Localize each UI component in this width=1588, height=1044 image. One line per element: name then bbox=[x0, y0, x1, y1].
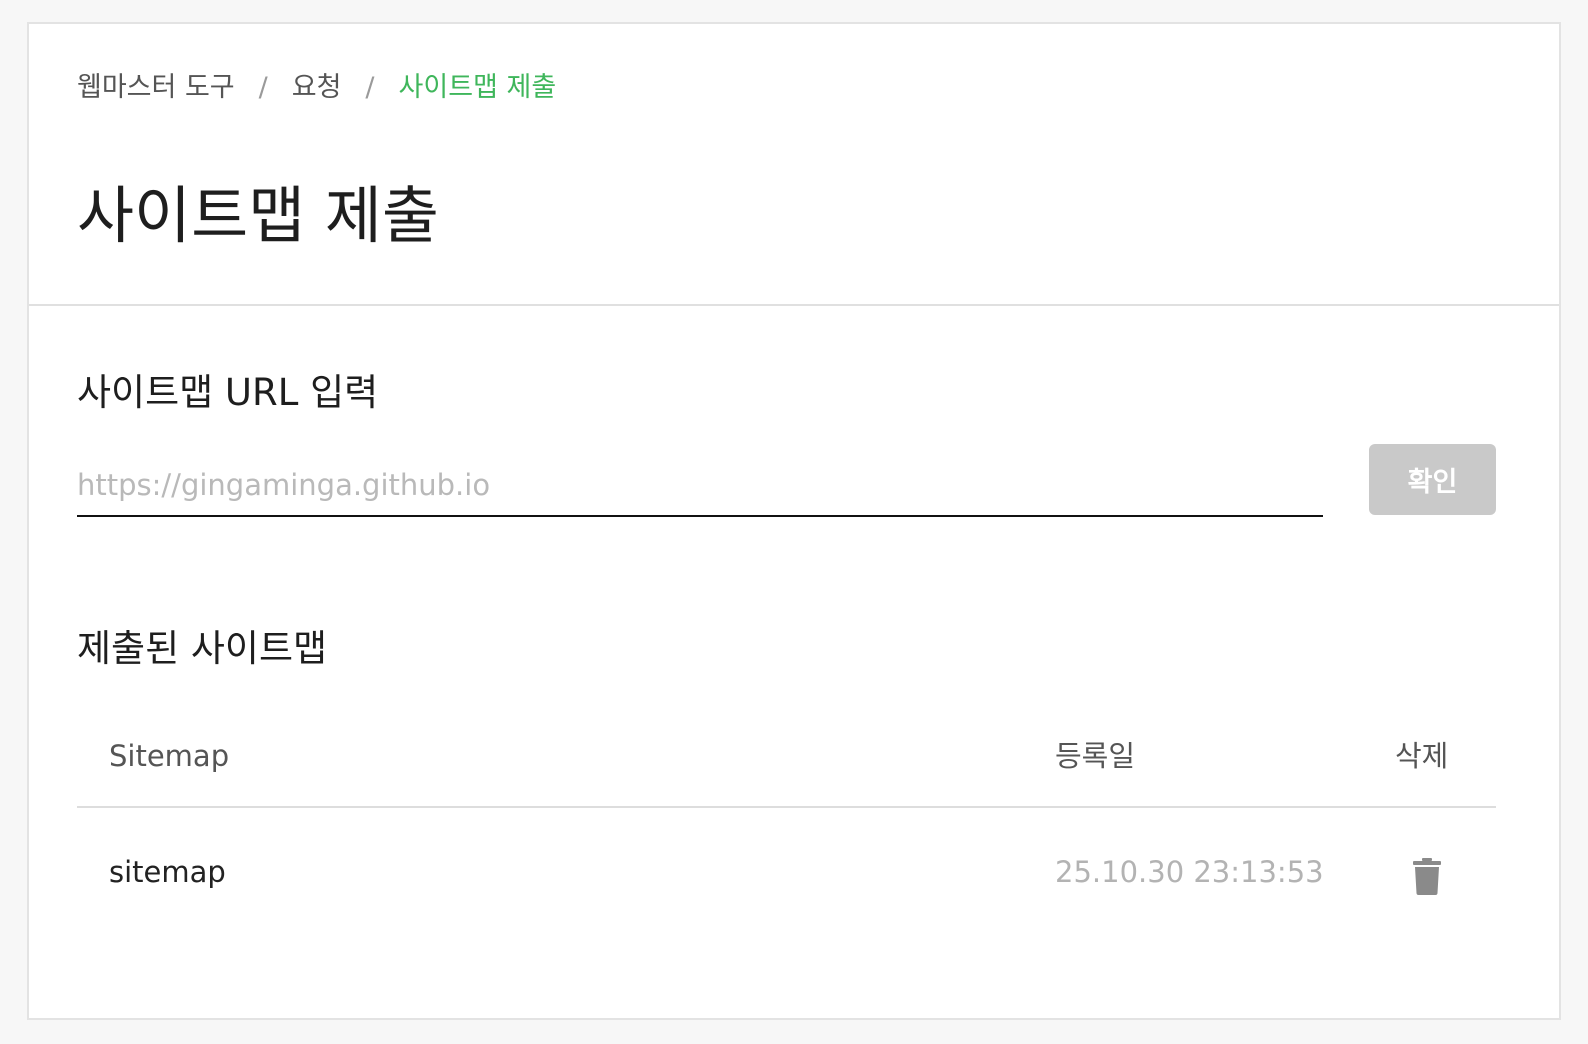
table-header: Sitemap 등록일 삭제 bbox=[77, 714, 1496, 808]
page-title: 사이트맵 제출 bbox=[77, 179, 439, 252]
sitemap-name: sitemap bbox=[109, 855, 226, 889]
submitted-sitemaps-title: 제출된 사이트맵 bbox=[77, 627, 328, 670]
column-header-delete: 삭제 bbox=[1395, 739, 1449, 773]
url-section-title: 사이트맵 URL 입력 bbox=[77, 371, 379, 414]
page-header: 웹마스터 도구 / 요청 / 사이트맵 제출 사이트맵 제출 bbox=[29, 24, 1559, 306]
sitemap-date: 25.10.30 23:13:53 bbox=[1055, 855, 1324, 889]
column-header-date: 등록일 bbox=[1055, 739, 1136, 773]
table-row: sitemap 25.10.30 23:13:53 bbox=[77, 808, 1496, 942]
breadcrumb: 웹마스터 도구 / 요청 / 사이트맵 제출 bbox=[77, 68, 556, 108]
breadcrumb-item-current: 사이트맵 제출 bbox=[398, 72, 557, 103]
delete-button[interactable] bbox=[1407, 854, 1447, 898]
breadcrumb-separator: / bbox=[365, 72, 375, 103]
confirm-button[interactable]: 확인 bbox=[1369, 444, 1496, 515]
breadcrumb-separator: / bbox=[258, 72, 268, 103]
sitemap-table: Sitemap 등록일 삭제 sitemap 25.10.30 23:13:53 bbox=[77, 714, 1496, 942]
breadcrumb-item-request[interactable]: 요청 bbox=[292, 68, 342, 108]
sitemap-url-input[interactable] bbox=[77, 454, 1323, 517]
trash-icon bbox=[1413, 857, 1441, 895]
breadcrumb-item-webmaster-tools[interactable]: 웹마스터 도구 bbox=[77, 68, 235, 108]
column-header-sitemap: Sitemap bbox=[109, 739, 230, 773]
main-card: 웹마스터 도구 / 요청 / 사이트맵 제출 사이트맵 제출 사이트맵 URL … bbox=[27, 22, 1561, 1020]
